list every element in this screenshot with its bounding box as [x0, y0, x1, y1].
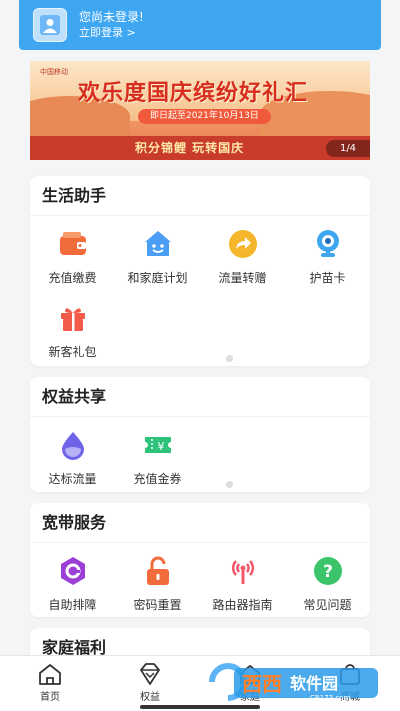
login-prompt[interactable]: 您尚未登录! 立即登录 > [79, 9, 144, 41]
section-title: 宽带服务 [30, 503, 370, 543]
item-label: 达标流量 [48, 472, 97, 486]
data-transfer-button[interactable]: 流量转赠 [200, 222, 285, 296]
tab-label: 首页 [40, 692, 60, 703]
banner-pager: 1/4 [326, 140, 370, 157]
item-label: 充值缴费 [48, 271, 97, 285]
watermark-text-1: 西西 [242, 672, 282, 696]
banner-brand: 中国移动 [40, 68, 68, 76]
page-indicator-dot [226, 481, 233, 488]
standard-data-button[interactable]: 达标流量 [30, 423, 115, 497]
watermark-text-2: 软件园 [290, 674, 338, 693]
item-label: 密码重置 [133, 598, 182, 612]
avatar-icon[interactable] [33, 8, 67, 42]
tab-home[interactable]: 首页 [0, 656, 100, 711]
family-plan-button[interactable]: 和家庭计划 [115, 222, 200, 296]
child-card-button[interactable]: 护苗卡 [285, 222, 370, 296]
faq-button[interactable]: ? 常见问题 [285, 549, 370, 623]
login-link[interactable]: 立即登录 > [79, 25, 144, 41]
svg-text:?: ? [323, 562, 333, 582]
self-troubleshoot-button[interactable]: 自助排障 [30, 549, 115, 623]
login-status-text: 您尚未登录! [79, 10, 144, 24]
item-label: 新客礼包 [48, 345, 97, 359]
water-drop-icon [55, 427, 91, 463]
promo-banner[interactable]: 中国移动 欢乐度国庆缤纷好礼汇 即日起至2021年10月13日 积分锦鲤 玩转国… [30, 61, 370, 160]
tab-label: 权益 [140, 692, 160, 703]
lock-icon [140, 553, 176, 589]
watermark-url: CR173.com [310, 694, 350, 702]
life-assistant-card: 生活助手 充值缴费 和家庭计划 流量转赠 护苗卡 新客礼包 [30, 176, 370, 366]
rights-sharing-card: 权益共享 达标流量 ¥ 充值金券 [30, 377, 370, 492]
item-label: 和家庭计划 [127, 271, 188, 285]
section-title: 生活助手 [30, 176, 370, 216]
gift-icon [55, 300, 91, 336]
hexagon-icon [55, 553, 91, 589]
item-label: 路由器指南 [212, 598, 273, 612]
camera-icon [310, 226, 346, 262]
item-label: 护苗卡 [309, 271, 346, 285]
house-face-icon [140, 226, 176, 262]
new-customer-gift-button[interactable]: 新客礼包 [30, 296, 115, 370]
banner-date: 即日起至2021年10月13日 [138, 109, 271, 124]
password-reset-button[interactable]: 密码重置 [115, 549, 200, 623]
item-label: 流量转赠 [218, 271, 267, 285]
section-title: 权益共享 [30, 377, 370, 417]
watermark-logo: 西西 软件园 CR173.com [209, 663, 378, 702]
item-label: 自助排障 [48, 598, 97, 612]
svg-text:¥: ¥ [157, 440, 164, 453]
question-icon: ? [310, 553, 346, 589]
recharge-button[interactable]: 充值缴费 [30, 222, 115, 296]
top-header: 您尚未登录! 立即登录 > [19, 0, 381, 50]
router-guide-button[interactable]: 路由器指南 [200, 549, 285, 623]
recharge-coupon-button[interactable]: ¥ 充值金券 [115, 423, 200, 497]
tab-rights[interactable]: 权益 [100, 656, 200, 711]
home-indicator [140, 705, 260, 709]
coupon-icon: ¥ [140, 427, 176, 463]
item-label: 充值金券 [133, 472, 182, 486]
home-icon [39, 664, 61, 685]
banner-title: 欢乐度国庆缤纷好礼汇 [78, 81, 309, 106]
router-antenna-icon [225, 553, 261, 589]
broadband-service-card: 宽带服务 自助排障 密码重置 路由器指南 ? 常见问题 [30, 503, 370, 617]
page-indicator-dot [226, 355, 233, 362]
banner-slogan: 积分锦鲤 玩转国庆 [135, 141, 245, 155]
share-arrow-icon [225, 226, 261, 262]
item-label: 常见问题 [303, 598, 352, 612]
diamond-icon [140, 663, 160, 685]
wallet-icon [55, 226, 91, 262]
